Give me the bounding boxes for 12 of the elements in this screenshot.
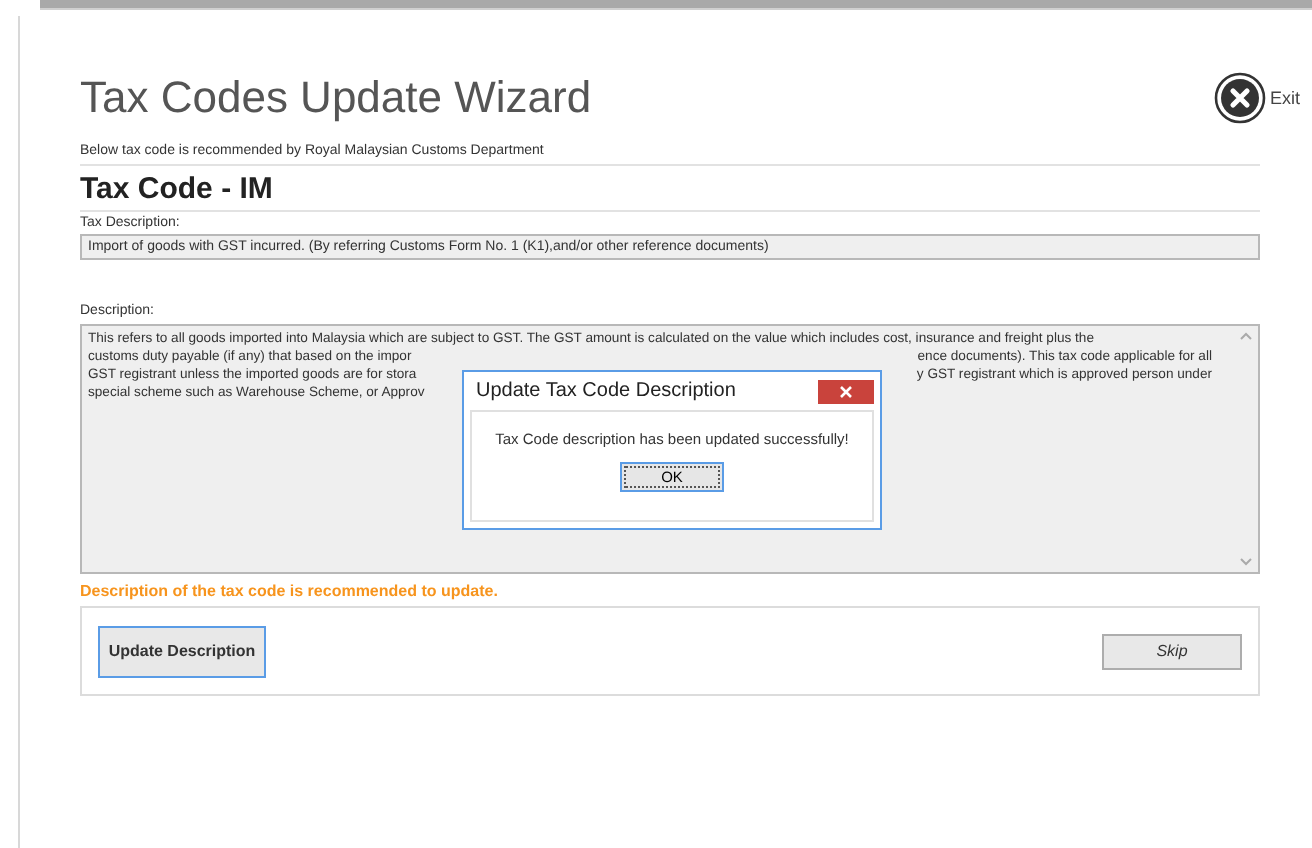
tax-code-heading: Tax Code - IM	[80, 170, 275, 210]
dialog-title: Update Tax Code Description	[476, 380, 736, 402]
scroll-up-icon	[1240, 332, 1252, 340]
close-button[interactable]	[818, 379, 874, 403]
wizard-title: Tax Codes Update Wizard	[80, 72, 592, 124]
close-icon	[840, 385, 852, 397]
scroll-down-icon	[1240, 558, 1252, 566]
skip-button[interactable]: Skip	[1102, 633, 1242, 669]
warning-text: Description of the tax code is recommended to update.	[80, 582, 500, 600]
update-description-button[interactable]: Update Description	[98, 625, 266, 677]
exit-button[interactable]: Exit	[1213, 72, 1300, 124]
close-icon	[1213, 72, 1266, 124]
